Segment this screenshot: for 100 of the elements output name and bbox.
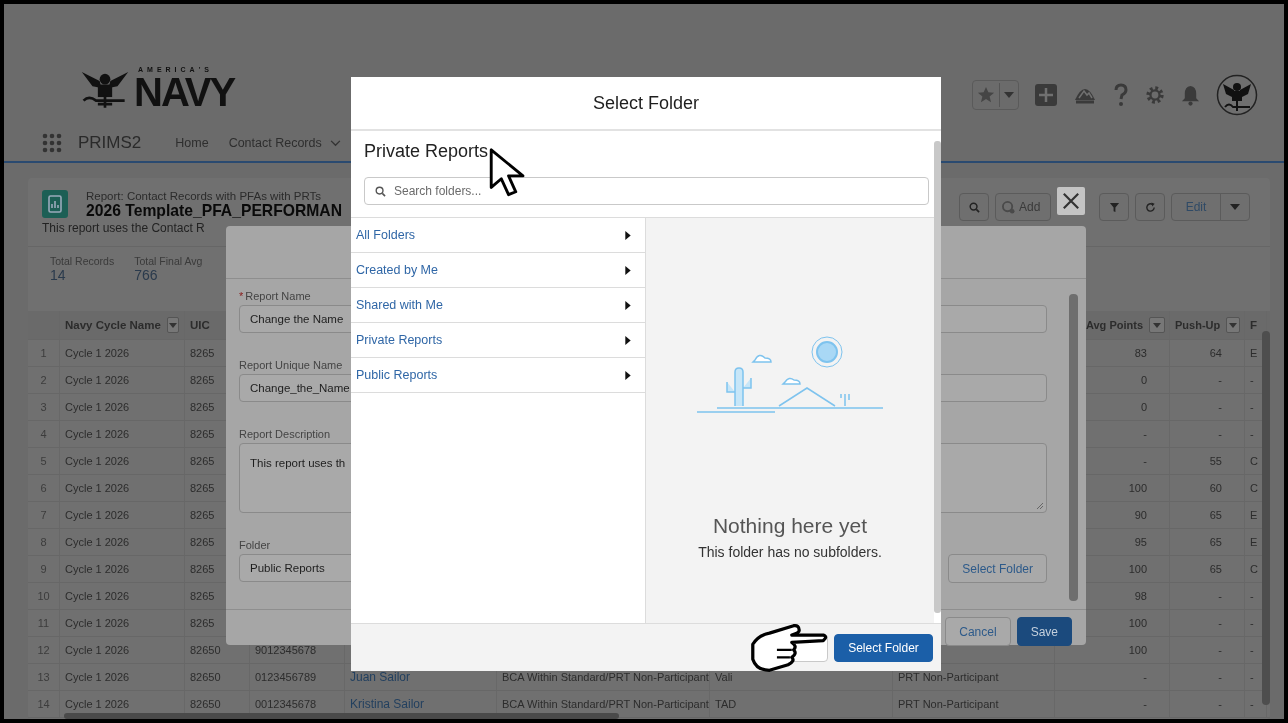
cell-text: 82650 (190, 698, 221, 710)
column-header[interactable]: F (1250, 319, 1258, 331)
number-value: 65 (1209, 563, 1222, 575)
column-menu-button[interactable] (1149, 317, 1165, 333)
app-name: PRIMS2 (78, 133, 142, 153)
cell-text: Vali (715, 671, 733, 683)
column-header[interactable]: Avg Points (1085, 319, 1143, 331)
number-value: 90 (1134, 509, 1147, 521)
cell-text: BCA Within Standard/PRT Non-Participant (502, 671, 709, 683)
column-menu-button[interactable] (166, 317, 179, 333)
cell-text: 8265 (190, 536, 215, 548)
filter-button[interactable] (1099, 193, 1129, 221)
chart-icon (1002, 200, 1015, 214)
bell-icon[interactable] (1181, 84, 1200, 106)
app-launcher-icon[interactable] (42, 133, 62, 153)
column-header[interactable]: Navy Cycle Name (65, 319, 161, 331)
more-menu-button[interactable] (1220, 193, 1250, 221)
contact-link[interactable]: Kristina Sailor (350, 697, 425, 711)
search-icon (968, 201, 980, 213)
save-button[interactable]: Save (1016, 617, 1072, 646)
search-field[interactable]: Search folders... (364, 177, 929, 205)
cell-text: C (1250, 455, 1258, 467)
number-value: - (1143, 455, 1147, 467)
logo-wordmark: NAVY (134, 74, 235, 110)
refresh-button[interactable] (1135, 193, 1165, 221)
cell-text: - (1250, 428, 1254, 440)
number-value: - (1218, 617, 1222, 629)
number-value: 100 (1128, 563, 1147, 575)
nav-tab[interactable]: Home (175, 136, 209, 150)
vertical-scrollbar[interactable] (1069, 294, 1078, 601)
resize-handle-icon[interactable] (1036, 502, 1044, 510)
cancel-button[interactable]: Cancel (945, 617, 1011, 646)
avatar-icon[interactable] (1216, 74, 1258, 116)
caret-icon (168, 322, 177, 328)
contact-link[interactable]: Juan Sailor (350, 670, 411, 684)
field-label: Folder (239, 539, 271, 551)
report-title: 2026 Template_PFA_PERFORMAN (86, 202, 342, 220)
favorites-button[interactable] (972, 80, 1019, 110)
cell-text: 8265 (190, 347, 215, 359)
column-menu-button[interactable] (1226, 317, 1240, 333)
cell-text: 8265 (190, 374, 215, 386)
help-icon[interactable] (1113, 83, 1129, 107)
cell-text: - (1250, 644, 1254, 656)
column-header[interactable]: Push-Up (1175, 319, 1221, 331)
current-folder-heading: Private Reports (364, 141, 489, 162)
number-value: - (1143, 428, 1147, 440)
cell-text: 8265 (190, 428, 215, 440)
cell-text: 8265 (190, 509, 215, 521)
cell-text: E (1250, 347, 1258, 359)
filter-icon (1108, 201, 1120, 213)
cell-text: Cycle 1 2026 (65, 347, 130, 359)
folder-item[interactable]: Private Reports (351, 323, 645, 358)
cell-text: 8265 (190, 401, 215, 413)
cell-text: Cycle 1 2026 (65, 428, 130, 440)
caret-icon (1004, 92, 1014, 98)
cell-text: E (1250, 536, 1258, 548)
cell-text: 82650 (190, 644, 221, 656)
number-value: 98 (1134, 590, 1147, 602)
select-folder-button[interactable]: Select Folder (948, 554, 1047, 583)
cell-text: - (1250, 590, 1254, 602)
close-button[interactable] (1057, 187, 1085, 215)
search-button[interactable] (959, 193, 989, 221)
required-mark: * (239, 290, 244, 302)
cell-text: Cycle 1 2026 (65, 644, 130, 656)
horizontal-scrollbar[interactable] (64, 713, 619, 719)
number-value: 83 (1134, 347, 1147, 359)
number-value: 64 (1209, 347, 1222, 359)
cell-text: Cycle 1 2026 (65, 374, 130, 386)
plus-icon[interactable] (1035, 84, 1057, 106)
folder-item[interactable]: Shared with Me (351, 288, 645, 323)
number-value: - (1218, 428, 1222, 440)
cell-text: 82650 (190, 671, 221, 683)
number-value: - (1143, 671, 1147, 683)
vertical-scrollbar[interactable] (934, 141, 941, 613)
report-description: This report uses the Contact R (42, 221, 205, 235)
vertical-scrollbar[interactable] (1262, 331, 1270, 705)
refresh-icon (1144, 201, 1156, 213)
field-label: Report Description (239, 428, 331, 440)
cell-text: - (1250, 671, 1254, 683)
cell-text: - (1250, 374, 1254, 386)
cell-text: - (1250, 617, 1254, 629)
select-folder-button[interactable]: Select Folder (834, 633, 933, 662)
folder-item[interactable]: All Folders (351, 218, 645, 253)
cell-text: Cycle 1 2026 (65, 590, 130, 602)
number-value: - (1218, 644, 1222, 656)
cell-text: 0012345678 (255, 698, 317, 710)
folder-item[interactable]: Public Reports (351, 358, 645, 393)
expand-arrow-icon (625, 230, 631, 240)
cell-text: 0123456789 (255, 671, 317, 683)
dialog-title: Select Folder (592, 92, 700, 114)
nav-tab[interactable]: Contact Records (228, 136, 341, 150)
folder-item[interactable]: Created by Me (351, 253, 645, 288)
report-type: Report: Contact Records with PFAs with PRTs (86, 190, 322, 202)
settings-icon[interactable] (1145, 85, 1165, 105)
cell-text: 8265 (190, 563, 215, 575)
cell-text: 8265 (190, 590, 215, 602)
edit-button[interactable]: Edit (1171, 193, 1221, 221)
number-value: 65 (1209, 536, 1222, 548)
number-value: - (1218, 671, 1222, 683)
column-header[interactable]: UIC (190, 319, 210, 331)
